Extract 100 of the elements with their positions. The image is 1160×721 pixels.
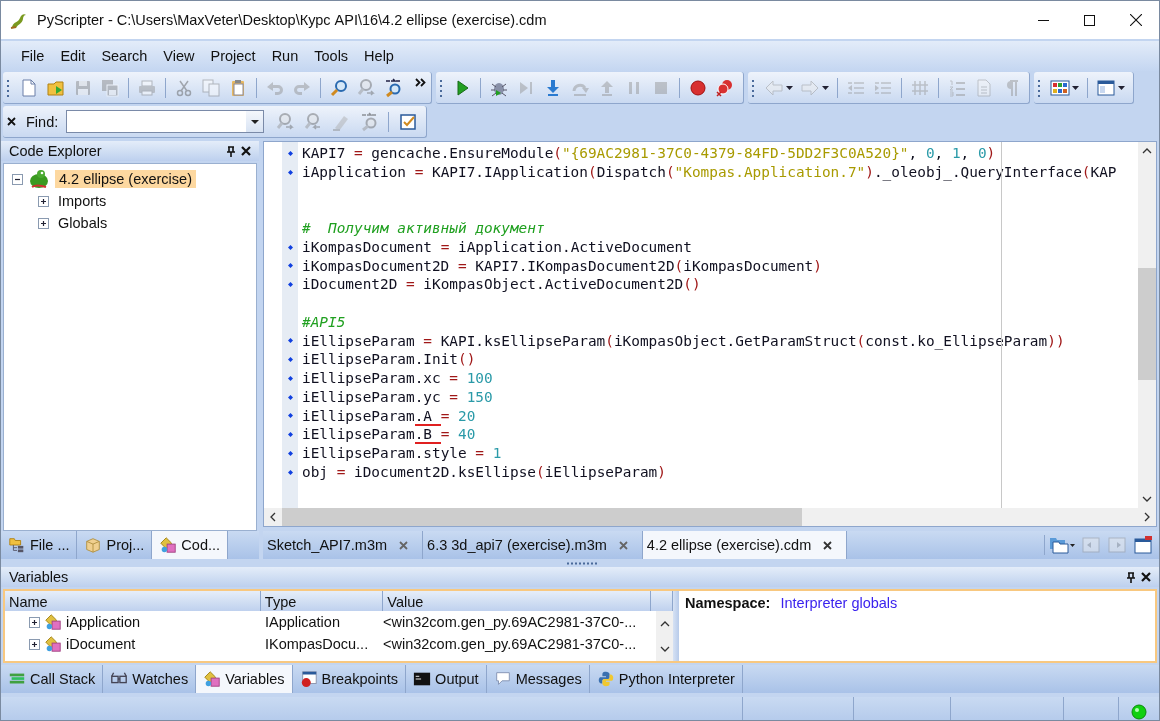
panel-tab[interactable]: Breakpoints — [292, 665, 407, 693]
code-line: iEllipseParam.B = 40 — [302, 425, 477, 444]
close-icon[interactable] — [823, 540, 833, 550]
editor-tab[interactable]: Sketch_API7.m3m — [263, 531, 424, 559]
menu-item[interactable]: View — [155, 48, 203, 64]
code-line: iEllipseParam = KAPI.ksEllipseParam(iKompasObject.GetParamStruct(const.ko_EllipseParam)) — [302, 331, 1066, 351]
tab-label[interactable]: 4.2 ellipse (exercise).cdm — [646, 537, 812, 553]
find-field[interactable] — [66, 110, 265, 133]
chevron-icon[interactable] — [415, 78, 426, 87]
column-header[interactable]: Name — [5, 591, 261, 611]
window-title: PyScripter - C:\Users\MaxVeter\Desktop\Курс API\16\4.2 ellipse (exercise).cdm — [37, 12, 547, 28]
caret-icon[interactable] — [1118, 85, 1125, 90]
vertical-scrollbar[interactable] — [656, 611, 673, 661]
tree-item[interactable]: 4.2 ellipse (exercise) — [55, 170, 196, 188]
panel-tab[interactable]: Variables — [196, 665, 293, 693]
page-icon[interactable] — [19, 77, 39, 98]
folders-icon[interactable] — [1049, 535, 1075, 555]
table-cell-text: <win32com.gen_py.69AC2981-37C0-... — [382, 636, 638, 652]
find-label: Find: — [26, 113, 59, 130]
panel-tab[interactable]: Call Stack — [1, 665, 104, 693]
scroll-thumb[interactable] — [282, 508, 802, 526]
namespace-link[interactable]: Interpreter globals — [780, 595, 898, 611]
object-icon — [44, 613, 62, 631]
checklist-icon[interactable] — [398, 111, 419, 132]
menu-item[interactable]: Project — [202, 48, 264, 64]
breakpoint-icon — [299, 670, 318, 688]
scroll-right-icon[interactable] — [1144, 512, 1150, 522]
grip-handle[interactable] — [752, 77, 755, 98]
splitter-grip[interactable] — [566, 561, 600, 565]
menu-item[interactable]: Run — [263, 48, 307, 64]
grip-handle[interactable] — [1038, 77, 1041, 98]
panel-tab[interactable]: File ... — [1, 531, 78, 559]
window-close-icon[interactable] — [1133, 535, 1153, 555]
expand-icon[interactable] — [38, 195, 49, 207]
code-line: iApplication = KAPI7.IApplication(Dispatch("Kompas.Application.7")._oleobj_.QueryInterface(KAP — [302, 162, 1118, 182]
panel-tab[interactable]: Messages — [486, 665, 590, 693]
column-header[interactable]: Value — [383, 591, 652, 611]
vertical-scrollbar[interactable] — [1138, 142, 1156, 508]
maximize-icon[interactable] — [1084, 14, 1095, 26]
code-line: iEllipseParam.Init() — [302, 350, 477, 369]
snake-icon — [28, 169, 50, 189]
scroll-thumb[interactable] — [1138, 268, 1156, 380]
python-icon — [596, 670, 615, 688]
table-cell: iApplication — [66, 614, 141, 630]
horizontal-scrollbar[interactable] — [263, 508, 1157, 527]
code-line: obj = iDocument2D.ksEllipse(iEllipseParam) — [302, 462, 667, 482]
code-line: iKompasDocument = iApplication.ActiveDocument — [302, 237, 693, 257]
menu-item[interactable]: File — [13, 48, 53, 64]
panel-tab[interactable]: Python Interpreter — [589, 665, 743, 693]
code-line: #API5 — [302, 312, 347, 332]
code-editor[interactable] — [263, 141, 1157, 508]
panel-tab[interactable]: Output — [406, 665, 487, 693]
grip-handle[interactable] — [440, 77, 443, 98]
scroll-down-icon[interactable] — [1142, 496, 1152, 502]
scroll-left-icon[interactable] — [270, 512, 276, 522]
editor-tab[interactable]: 6.3 3d_api7 (exercise).m3m — [423, 531, 643, 559]
expand-icon[interactable] — [29, 638, 40, 650]
console-icon — [413, 670, 432, 688]
scroll-up-icon[interactable] — [659, 620, 670, 627]
scroll-up-icon[interactable] — [1142, 148, 1152, 154]
expand-icon[interactable] — [29, 616, 40, 628]
menu-item[interactable]: Edit — [52, 48, 94, 64]
column-header[interactable]: Type — [260, 591, 384, 611]
menu-item[interactable]: Tools — [306, 48, 357, 64]
pin-icon[interactable] — [1126, 571, 1136, 583]
menu-item[interactable]: Help — [356, 48, 402, 64]
tab-label[interactable]: Sketch_API7.m3m — [267, 537, 388, 553]
close-icon[interactable] — [7, 117, 16, 126]
caret-icon[interactable] — [250, 119, 259, 124]
panel-tab[interactable]: Cod... — [152, 531, 229, 559]
editor-tab[interactable]: 4.2 ellipse (exercise).cdm — [642, 531, 848, 559]
shapes-icon — [159, 536, 178, 554]
menu-item[interactable]: Search — [93, 48, 156, 64]
panel-title: Variables — [9, 569, 69, 585]
close-icon[interactable] — [1130, 14, 1142, 26]
tree-item[interactable]: Globals — [54, 214, 112, 232]
grip-handle[interactable] — [7, 77, 10, 98]
window-layout-icon[interactable] — [1096, 77, 1116, 98]
expand-icon[interactable] — [38, 217, 49, 229]
table-cell: iDocument — [66, 636, 136, 652]
circles-cross-icon[interactable] — [715, 77, 735, 98]
namespace-label: Namespace: — [685, 595, 771, 611]
pin-icon[interactable] — [226, 145, 236, 157]
color-grid-icon[interactable] — [1050, 77, 1070, 98]
tree-item[interactable]: Imports — [54, 192, 111, 210]
code-line: KAPI7 = gencache.EnsureModule("{69AC2981-37C0-4379-84FD-5DD2F3C0A520}", 0, 1, 0) — [302, 144, 997, 163]
code-line: iEllipseParam.yc = 150 — [302, 387, 494, 407]
tab-label[interactable]: 6.3 3d_api7 (exercise).m3m — [427, 537, 607, 553]
close-icon[interactable] — [1141, 572, 1151, 582]
close-icon[interactable] — [241, 146, 251, 156]
collapse-icon[interactable] — [12, 173, 23, 185]
replace-icon[interactable] — [383, 77, 403, 98]
speech-icon — [493, 670, 512, 688]
code-line: # Получим активный документ — [302, 219, 546, 238]
object-icon — [44, 635, 62, 653]
caret-icon[interactable] — [1072, 85, 1079, 90]
search-icon[interactable] — [329, 77, 349, 98]
scroll-down-icon[interactable] — [659, 645, 670, 652]
code-line: iEllipseParam.xc = 100 — [302, 369, 494, 388]
circle-icon[interactable] — [688, 77, 708, 98]
